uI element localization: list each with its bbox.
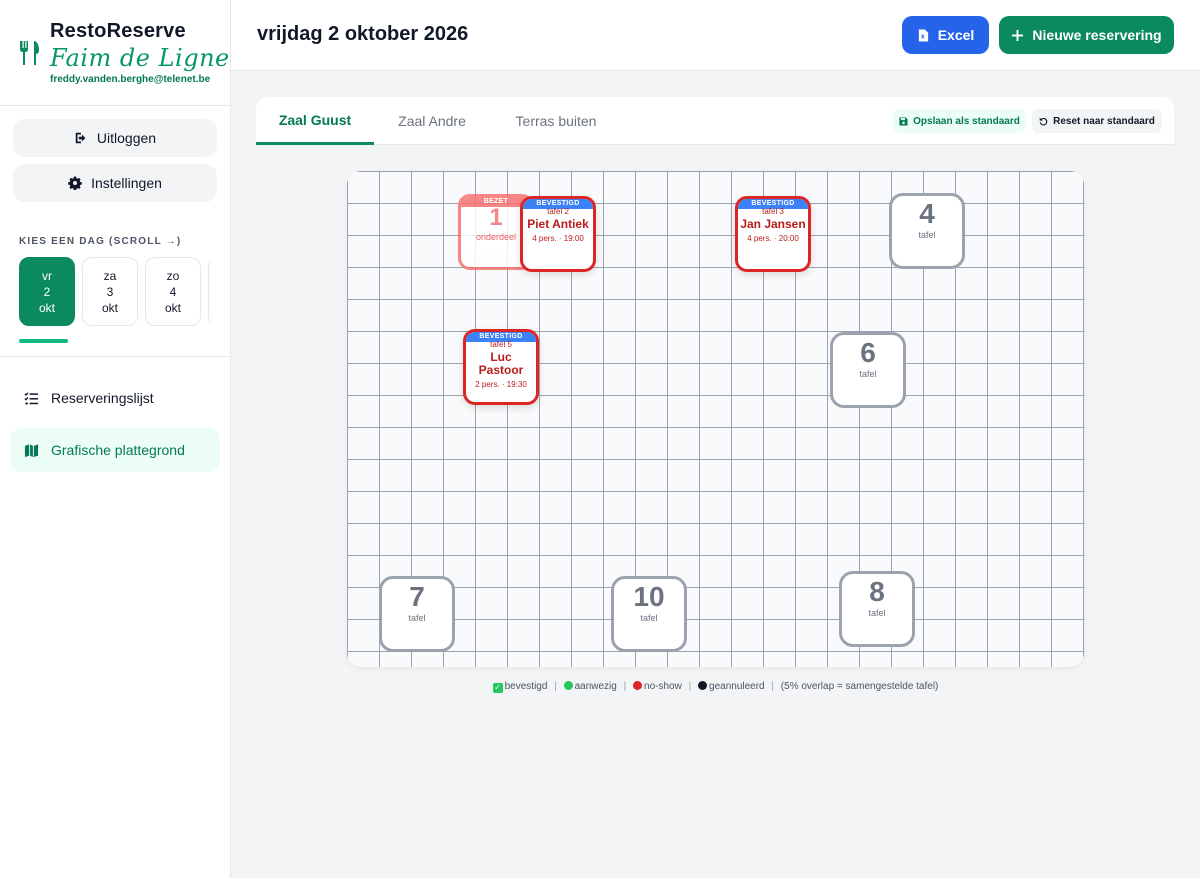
day-number: 4 <box>169 284 177 299</box>
table-number: 8 <box>869 576 885 607</box>
day-month: okt <box>164 300 181 315</box>
save-default-button[interactable]: Opslaan als standaard <box>893 109 1026 133</box>
table-free[interactable]: 7 tafel <box>379 576 455 652</box>
status-legend: ✓ bevestigd | aanwezig | no-show | geannu… <box>492 681 939 693</box>
nav-floor-plan[interactable]: Grafische plattegrond <box>10 428 220 472</box>
reservation-name: Piet Antiek <box>527 217 589 231</box>
day-month: okt <box>38 300 55 315</box>
new-reservation-button[interactable]: Nieuwe reservering <box>999 16 1174 54</box>
excel-export-button[interactable]: Excel <box>902 16 989 54</box>
table-free[interactable]: 8 tafel <box>839 571 915 647</box>
day-item-partial[interactable] <box>208 257 211 326</box>
table-label: tafel <box>640 613 658 623</box>
day-item[interactable]: zo 4 okt <box>145 257 201 326</box>
nav-label: Reserveringslijst <box>51 390 154 406</box>
gear-icon <box>68 176 82 190</box>
tab-zaal-andre[interactable]: Zaal Andre <box>384 97 480 145</box>
logout-label: Uitloggen <box>96 130 157 146</box>
day-number: 3 <box>106 284 114 299</box>
day-weekday: vr <box>42 268 52 283</box>
green-dot-icon <box>563 681 573 690</box>
table-label: tafel <box>859 369 877 379</box>
app-title: RestoReserve <box>50 20 186 42</box>
day-month: okt <box>101 300 118 315</box>
reservation-table: tafel 2 <box>547 207 569 216</box>
day-weekday: zo <box>166 268 180 283</box>
list-icon <box>24 391 39 404</box>
map-icon <box>24 443 39 457</box>
legend-note: (5% overlap = samengestelde tafel) <box>780 681 939 692</box>
day-item[interactable]: za 3 okt <box>82 257 138 326</box>
reservation-name: Luc Pastoor <box>478 350 524 377</box>
reset-default-label: Reset naar standaard <box>1053 115 1155 127</box>
floor-plan-grid[interactable]: BEZET 1 onderdeel BEVESTIGD tafel 2 Piet… <box>347 171 1084 667</box>
table-label: tafel <box>918 230 936 240</box>
restaurant-name: Faim de Ligne <box>50 44 230 72</box>
legend-confirmed: bevestigd <box>504 681 548 692</box>
nav-label: Grafische plattegrond <box>51 442 185 458</box>
new-reservation-label: Nieuwe reservering <box>1032 27 1162 43</box>
table-label: tafel <box>868 608 886 618</box>
reservation-name: Jan Jansen <box>740 217 806 231</box>
divider <box>0 356 230 357</box>
reservation-info: 2 pers. · 19:30 <box>475 380 527 389</box>
table-number: 10 <box>633 581 665 612</box>
day-weekday: za <box>103 268 117 283</box>
logout-icon <box>75 132 86 144</box>
reservation-info: 4 pers. · 19:00 <box>532 234 584 243</box>
table-free[interactable]: 4 tafel <box>889 193 965 269</box>
cutlery-icon <box>20 41 39 65</box>
reservation-table: tafel 5 <box>490 340 512 349</box>
page-title: vrijdag 2 oktober 2026 <box>257 23 469 45</box>
reservation-card[interactable]: BEVESTIGD tafel 2 Piet Antiek 4 pers. · … <box>520 196 596 272</box>
legend-present: aanwezig <box>574 681 617 692</box>
reservation-card[interactable]: BEVESTIGD tafel 3 Jan Jansen 4 pers. · 2… <box>735 196 811 272</box>
sidebar: RestoReserve Faim de Ligne freddy.vanden… <box>0 0 231 878</box>
floppy-icon <box>899 116 908 126</box>
reset-icon <box>1039 117 1048 126</box>
reset-default-button[interactable]: Reset naar standaard <box>1032 109 1162 133</box>
day-picker-scrollbar[interactable] <box>19 339 68 343</box>
nav-reservation-list[interactable]: Reserveringslijst <box>10 376 220 420</box>
tab-zaal-guust[interactable]: Zaal Guust <box>256 97 374 145</box>
day-picker-label: KIES EEN DAG (SCROLL →) <box>19 236 182 247</box>
day-number: 2 <box>43 284 51 299</box>
legend-noshow: no-show <box>644 681 682 692</box>
table-number: 6 <box>860 337 876 368</box>
red-dot-icon <box>633 681 643 690</box>
table-free[interactable]: 6 tafel <box>830 332 906 408</box>
settings-label: Instellingen <box>91 175 162 191</box>
save-default-label: Opslaan als standaard <box>913 115 1020 127</box>
room-tabs-bar: Zaal Guust Zaal Andre Terras buiten Opsl… <box>256 97 1174 145</box>
legend-cancelled: geannuleerd <box>709 681 765 692</box>
check-icon: ✓ <box>492 683 503 693</box>
top-header: vrijdag 2 oktober 2026 Excel Nieuwe rese… <box>231 0 1200 71</box>
black-dot-icon <box>698 681 708 690</box>
excel-label: Excel <box>937 27 975 43</box>
day-picker: vr 2 okt za 3 okt zo 4 okt <box>19 257 211 326</box>
reservation-info: 4 pers. · 20:00 <box>747 234 799 243</box>
table-label: tafel <box>408 613 426 623</box>
tab-terras-buiten[interactable]: Terras buiten <box>503 97 609 145</box>
reservation-table: tafel 3 <box>762 207 784 216</box>
day-item[interactable]: vr 2 okt <box>19 257 75 326</box>
table-free[interactable]: 10 tafel <box>611 576 687 652</box>
plus-icon <box>1012 29 1024 41</box>
table-number: 4 <box>919 198 935 229</box>
settings-button[interactable]: Instellingen <box>13 164 217 202</box>
table-number: 7 <box>409 581 425 612</box>
excel-file-icon <box>918 28 928 42</box>
reservation-card[interactable]: BEVESTIGD tafel 5 Luc Pastoor 2 pers. · … <box>463 329 539 405</box>
user-email: freddy.vanden.berghe@telenet.be <box>50 74 211 85</box>
logout-button[interactable]: Uitloggen <box>13 119 217 157</box>
brand: RestoReserve Faim de Ligne freddy.vanden… <box>0 0 230 106</box>
